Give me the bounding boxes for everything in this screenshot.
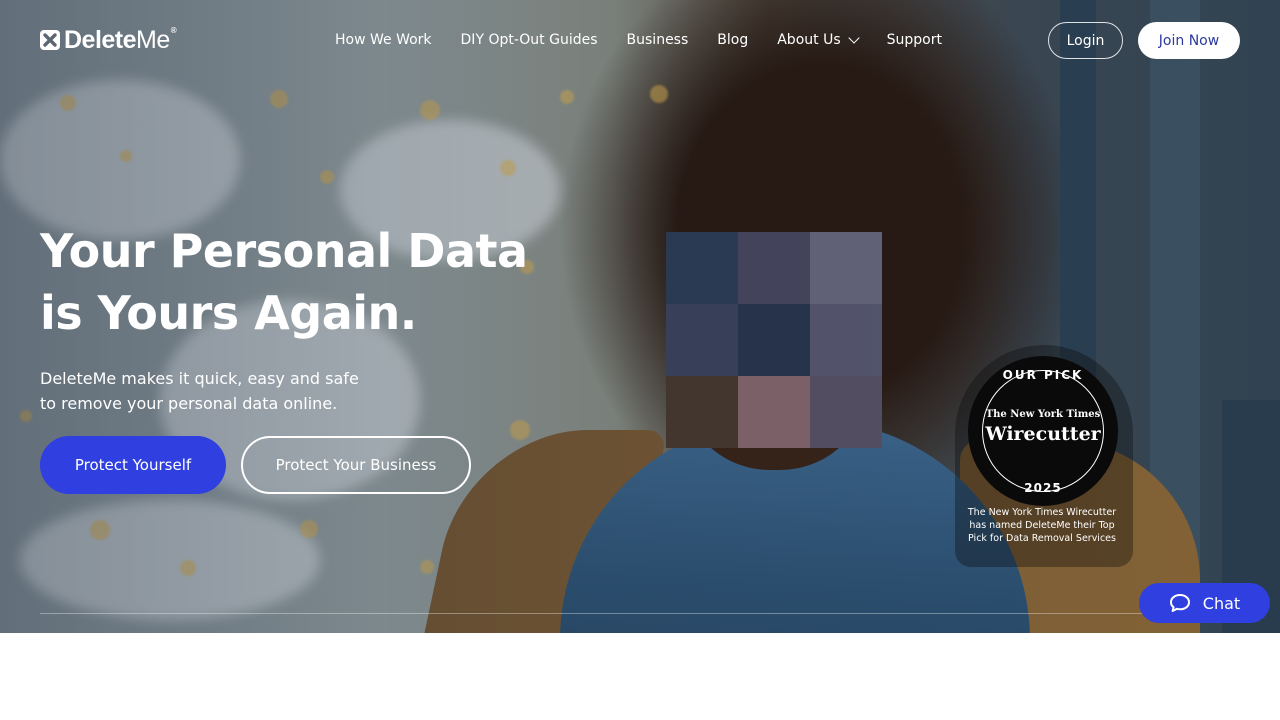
chat-bubble-icon <box>1169 594 1190 612</box>
logo-text-bold: Delete <box>64 25 137 54</box>
hero-headline-line1: Your Personal Data <box>40 224 528 278</box>
logo-text: DeleteMe® <box>64 25 177 55</box>
chevron-down-icon <box>847 31 860 44</box>
site-header: DeleteMe® How We Work DIY Opt-Out Guides… <box>0 0 1280 80</box>
chat-label: Chat <box>1202 593 1241 613</box>
nav-item-business[interactable]: Business <box>627 32 689 48</box>
badge-year: 2025 <box>1024 481 1062 495</box>
main-nav: How We Work DIY Opt-Out Guides Business … <box>335 30 971 50</box>
hero-subtext: DeleteMe makes it quick, easy and safe t… <box>40 366 380 416</box>
deleteme-logo[interactable]: DeleteMe® <box>40 25 177 55</box>
badge-our-pick: OUR PICK <box>1002 368 1084 382</box>
nav-item-blog[interactable]: Blog <box>717 32 748 48</box>
logo-registered: ® <box>170 25 177 35</box>
badge-wirecutter: Wirecutter <box>985 423 1101 445</box>
badge-caption: The New York Times Wirecutter has named … <box>967 507 1117 544</box>
logo-text-light: Me <box>136 25 170 54</box>
login-button[interactable]: Login <box>1048 22 1123 59</box>
logo-x-icon <box>40 30 60 50</box>
chat-button[interactable]: Chat <box>1139 583 1270 623</box>
nav-item-about-us[interactable]: About Us <box>777 31 860 48</box>
protect-your-business-button[interactable]: Protect Your Business <box>241 436 471 494</box>
join-now-button[interactable]: Join Now <box>1138 22 1240 59</box>
nav-item-about-us-label: About Us <box>777 32 841 48</box>
nav-item-diy-opt-out-guides[interactable]: DIY Opt-Out Guides <box>461 32 598 48</box>
hero-headline-line2: is Yours Again. <box>40 286 417 340</box>
hero-subtext-line2: to remove your personal data online. <box>40 394 338 413</box>
nav-item-how-we-work[interactable]: How We Work <box>335 32 432 48</box>
badge-publisher: The New York Times <box>985 409 1101 420</box>
hero-headline: Your Personal Data is Yours Again. <box>40 220 560 344</box>
nav-item-support[interactable]: Support <box>887 32 942 48</box>
hero-subtext-line1: DeleteMe makes it quick, easy and safe <box>40 369 359 388</box>
hero-divider <box>40 613 1240 614</box>
protect-yourself-button[interactable]: Protect Yourself <box>40 436 226 494</box>
